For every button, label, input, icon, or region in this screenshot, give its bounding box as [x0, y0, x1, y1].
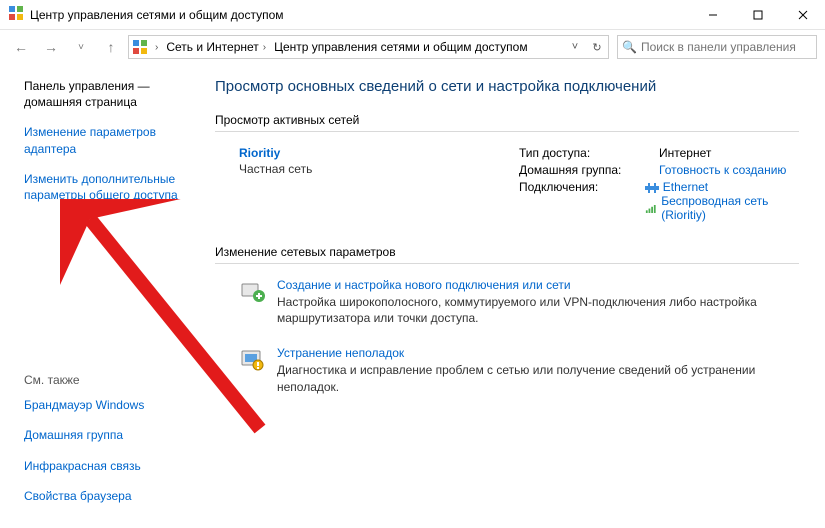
see-also-infrared[interactable]: Инфракрасная связь [24, 458, 193, 474]
connection-ethernet-link[interactable]: Ethernet [663, 180, 708, 194]
new-connection-icon [239, 278, 267, 306]
homegroup-link[interactable]: Готовность к созданию [659, 163, 786, 177]
address-icon [129, 39, 151, 55]
see-also-homegroup[interactable]: Домашняя группа [24, 427, 193, 443]
see-also-firewall[interactable]: Брандмауэр Windows [24, 397, 193, 413]
sidebar: Панель управления — домашняя страница Из… [0, 64, 205, 528]
minimize-button[interactable] [690, 0, 735, 30]
connections-label: Подключения: [519, 180, 635, 194]
window-title: Центр управления сетями и общим доступом [30, 8, 284, 22]
network-type: Частная сеть [239, 162, 499, 176]
sidebar-link-sharing[interactable]: Изменить дополнительные параметры общего… [24, 171, 193, 203]
see-also-browser[interactable]: Свойства браузера [24, 488, 193, 504]
search-box[interactable]: 🔍 [617, 35, 817, 59]
refresh-button[interactable]: ↻ [586, 36, 608, 58]
maximize-button[interactable] [735, 0, 780, 30]
forward-button[interactable]: → [38, 34, 64, 60]
page-heading: Просмотр основных сведений о сети и наст… [215, 78, 799, 95]
active-networks-heading: Просмотр активных сетей [215, 113, 799, 132]
connection-wifi-link[interactable]: Беспроводная сеть (Rioritiy) [661, 194, 799, 222]
address-bar[interactable]: › Сеть и Интернет› Центр управления сетя… [128, 35, 609, 59]
address-dropdown[interactable]: ˅ [564, 36, 586, 58]
sidebar-link-adapter[interactable]: Изменение параметров адаптера [24, 124, 193, 156]
task-troubleshoot-desc: Диагностика и исправление проблем с сеть… [277, 362, 799, 394]
see-also-heading: См. также [24, 373, 193, 387]
sidebar-home-link[interactable]: Панель управления — домашняя страница [24, 78, 193, 110]
troubleshoot-icon [239, 346, 267, 374]
breadcrumb-current-label: Центр управления сетями и общим доступом [274, 40, 528, 54]
search-input[interactable] [641, 40, 812, 54]
task-troubleshoot: Устранение неполадок Диагностика и испра… [215, 346, 799, 394]
recent-button[interactable]: ˅ [68, 34, 94, 60]
network-name: Rioritiy [239, 146, 499, 160]
search-icon: 🔍 [622, 40, 637, 54]
breadcrumb-current[interactable]: Центр управления сетями и общим доступом [270, 36, 532, 58]
breadcrumb-network[interactable]: Сеть и Интернет› [162, 36, 270, 58]
breadcrumb-network-label: Сеть и Интернет [166, 40, 258, 54]
main-panel: Просмотр основных сведений о сети и наст… [205, 64, 825, 528]
close-button[interactable] [780, 0, 825, 30]
toolbar: ← → ˅ ↑ › Сеть и Интернет› Центр управле… [0, 30, 825, 64]
task-troubleshoot-link[interactable]: Устранение неполадок [277, 346, 799, 360]
title-bar: Центр управления сетями и общим доступом [0, 0, 825, 30]
access-type-label: Тип доступа: [519, 146, 649, 160]
task-new-connection: Создание и настройка нового подключения … [215, 278, 799, 326]
task-new-connection-desc: Настройка широкополосного, коммутируемог… [277, 294, 799, 326]
back-button[interactable]: ← [8, 34, 34, 60]
access-type-value: Интернет [659, 146, 711, 160]
wifi-icon [645, 203, 657, 213]
up-button[interactable]: ↑ [98, 34, 124, 60]
breadcrumb-separator-root[interactable]: › [151, 36, 162, 58]
app-icon [8, 5, 24, 24]
ethernet-icon [645, 182, 659, 192]
homegroup-label: Домашняя группа: [519, 163, 649, 177]
change-settings-heading: Изменение сетевых параметров [215, 245, 799, 264]
task-new-connection-link[interactable]: Создание и настройка нового подключения … [277, 278, 799, 292]
